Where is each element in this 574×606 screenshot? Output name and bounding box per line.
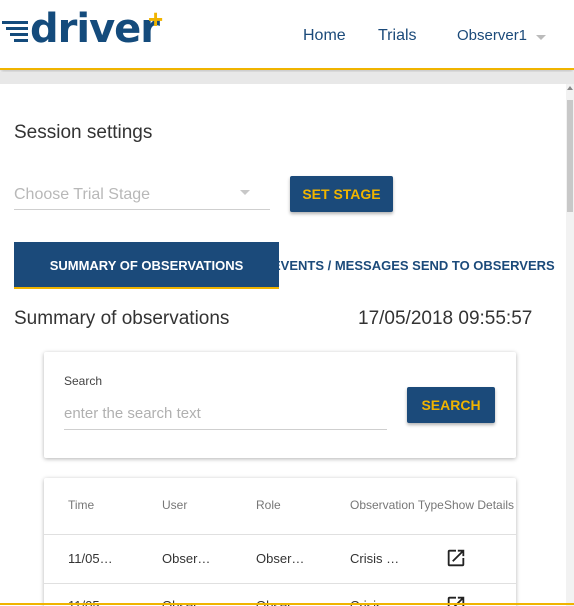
column-header-observation-type[interactable]: Observation Type [350,498,444,512]
summary-datetime: 17/05/2018 09:55:57 [358,308,533,329]
table-cell-observation-type: Crisis … [350,551,400,566]
trial-stage-placeholder: Choose Trial Stage [14,186,151,203]
table-header-divider [44,534,516,535]
column-header-show-details: Show Details [444,498,515,512]
footer-accent-line [0,603,574,605]
nav-home-link[interactable]: Home [303,27,346,45]
nav-trials-link[interactable]: Trials [378,27,417,45]
trial-stage-select[interactable]: Choose Trial Stage [14,180,270,210]
logo-plus: + [148,4,164,34]
scrollbar-thumb[interactable] [567,100,573,212]
chevron-down-icon[interactable] [536,35,546,40]
search-label: Search [64,374,103,388]
open-in-new-icon[interactable] [445,547,467,569]
session-settings-title: Session settings [14,122,153,143]
logo-wordmark: driver [30,6,160,52]
user-menu[interactable]: Observer1 [457,27,527,44]
tab-summary-of-observations[interactable]: SUMMARY OF OBSERVATIONS [14,242,279,289]
column-header-time[interactable]: Time [68,498,94,512]
app-header: driver + Home Trials Observer1 [0,0,574,70]
search-button[interactable]: SEARCH [407,387,495,423]
search-input[interactable] [64,398,387,430]
table-row-divider [44,583,516,584]
set-stage-button[interactable]: SET STAGE [290,176,393,212]
driver-logo[interactable]: driver + [2,4,172,56]
table-cell-role: Obser… [256,551,305,566]
scroll-up-icon[interactable] [567,86,573,90]
chevron-down-icon [240,190,250,195]
tab-events-messages[interactable]: EVENTS / MESSAGES SEND TO OBSERVERS [272,258,555,273]
table-cell-time: 11/05… [68,551,113,566]
summary-title: Summary of observations [14,308,230,329]
table-cell-user: Obser… [162,551,211,566]
column-header-user[interactable]: User [162,498,187,512]
column-header-role[interactable]: Role [256,498,281,512]
